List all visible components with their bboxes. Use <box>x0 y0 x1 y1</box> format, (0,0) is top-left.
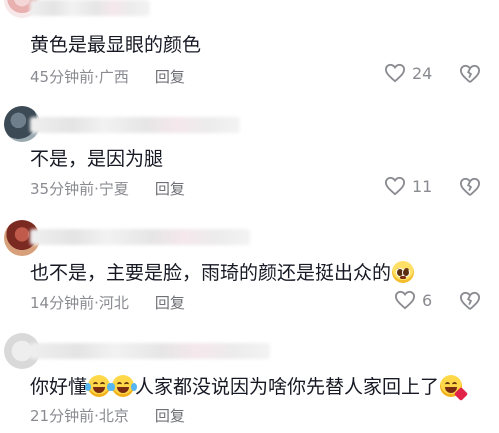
comment-time: 21分钟前 <box>30 407 95 425</box>
comment-meta: 14分钟前 · 河北 回复 <box>30 292 185 313</box>
reply-button[interactable]: 回复 <box>155 405 185 426</box>
comment-time: 35分钟前 <box>30 180 95 198</box>
comment-time: 45分钟前 <box>30 68 95 86</box>
comment-time: 14分钟前 <box>30 294 95 312</box>
like-button[interactable]: 11 <box>384 176 432 196</box>
comment-text: 你好懂 人家都没说因为啥你先替人家回上了 <box>30 372 469 401</box>
comment-location: 北京 <box>98 407 129 425</box>
comment-text-part-b: 人家都没说因为啥你先替人家回上了 <box>135 376 440 398</box>
username-blurred <box>30 0 150 16</box>
comment-text: 也不是，主要是脸，雨琦的颜还是挺出众的 <box>30 258 415 285</box>
reply-button[interactable]: 回复 <box>155 292 185 313</box>
like-count: 24 <box>412 63 433 83</box>
dislike-heart-icon[interactable] <box>459 291 481 311</box>
comment-meta: 45分钟前 · 广西 回复 <box>30 66 185 87</box>
like-button[interactable]: 24 <box>384 63 432 83</box>
comment-text: 黄色是最显眼的颜色 <box>30 34 202 56</box>
laughing-tears-emoji <box>109 374 138 397</box>
pleading-face-emoji <box>392 260 415 283</box>
reply-button[interactable]: 回复 <box>155 66 185 87</box>
laughing-tears-emoji <box>85 374 114 397</box>
comment-location: 河北 <box>98 294 129 312</box>
comment-text-part-a: 你好懂 <box>30 376 88 398</box>
username-blurred <box>30 117 240 133</box>
username-blurred <box>30 229 250 245</box>
dislike-heart-icon[interactable] <box>459 64 481 84</box>
heart-outline-icon <box>384 176 406 196</box>
reply-button[interactable]: 回复 <box>155 178 185 199</box>
heart-outline-icon <box>384 63 406 83</box>
comment-location: 宁夏 <box>98 180 129 198</box>
username-blurred <box>30 343 270 359</box>
comment-text-content: 也不是，主要是脸，雨琦的颜还是挺出众的 <box>30 262 392 284</box>
like-count: 6 <box>422 290 433 310</box>
comment-location: 广西 <box>98 68 129 86</box>
comment-meta: 21分钟前 · 北京 回复 <box>30 405 185 426</box>
comment-text: 不是，是因为腿 <box>30 148 164 170</box>
hugging-face-emoji <box>440 374 469 401</box>
comment-meta: 35分钟前 · 宁夏 回复 <box>30 178 185 199</box>
like-count: 11 <box>412 176 433 196</box>
heart-outline-icon <box>394 290 416 310</box>
like-button[interactable]: 6 <box>394 290 432 310</box>
dislike-heart-icon[interactable] <box>459 177 481 197</box>
